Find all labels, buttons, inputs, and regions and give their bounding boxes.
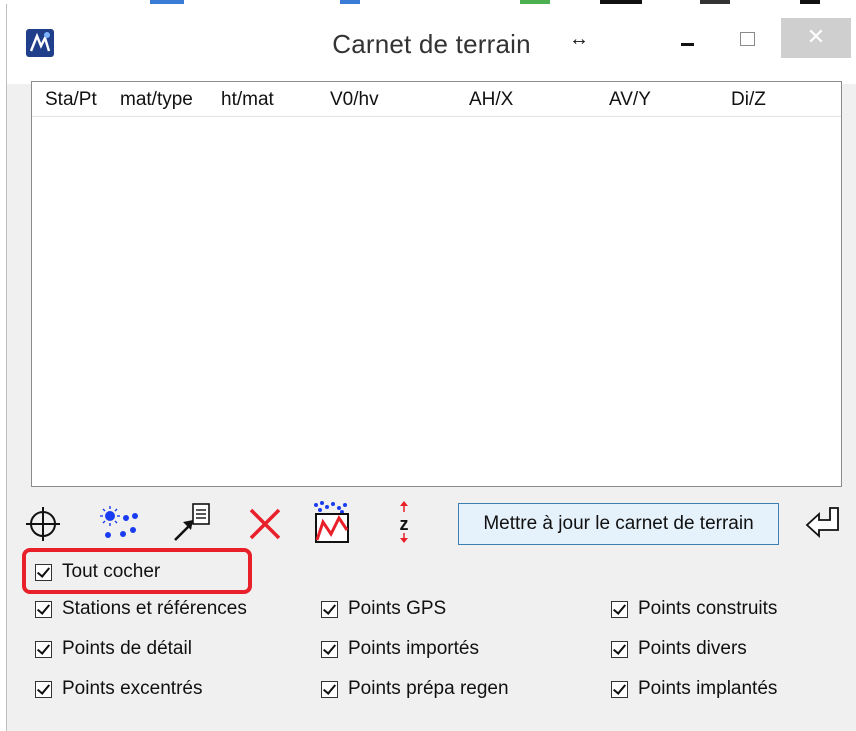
column-header-di-z[interactable]: Di/Z xyxy=(731,89,766,111)
export-arrow-icon[interactable] xyxy=(167,500,217,544)
field-book-window: Carnet de terrain ↔ ✕ Sta/Pt mat/type ht… xyxy=(6,4,856,731)
checkbox-label: Points implantés xyxy=(638,678,778,699)
z-elevation-icon[interactable]: z xyxy=(391,500,417,544)
checkbox-label: Points divers xyxy=(638,638,747,659)
checkbox-label: Points de détail xyxy=(62,638,192,659)
column-header-sta-pt[interactable]: Sta/Pt xyxy=(45,89,97,111)
profile-chart-icon[interactable] xyxy=(309,500,355,544)
crosshair-icon[interactable] xyxy=(25,500,61,544)
return-icon[interactable] xyxy=(803,500,843,544)
checkbox-box[interactable] xyxy=(321,600,338,618)
title-bar[interactable]: Carnet de terrain ↔ ✕ xyxy=(7,4,856,84)
filter-imported-points[interactable]: Points importés xyxy=(321,636,479,662)
checkbox-box[interactable] xyxy=(611,640,628,658)
checkbox-box[interactable] xyxy=(611,680,628,698)
filter-stations-references[interactable]: Stations et références xyxy=(35,596,247,622)
checkbox-box[interactable] xyxy=(611,600,628,618)
filter-staked-points[interactable]: Points implantés xyxy=(611,676,777,702)
maximize-button[interactable] xyxy=(727,22,767,58)
highlight-annotation xyxy=(22,548,252,594)
update-field-book-button[interactable]: Mettre à jour le carnet de terrain xyxy=(458,503,779,545)
filter-constructed-points[interactable]: Points construits xyxy=(611,596,777,622)
point-cloud-icon[interactable] xyxy=(95,500,145,544)
checkbox-label: Points importés xyxy=(348,638,479,659)
filter-gps-points[interactable]: Points GPS xyxy=(321,596,446,622)
list-header: Sta/Pt mat/type ht/mat V0/hv AH/X AV/Y D… xyxy=(32,82,841,117)
column-header-v0-hv[interactable]: V0/hv xyxy=(330,89,379,111)
checkbox-box[interactable] xyxy=(35,680,52,698)
filter-detail-points[interactable]: Points de détail xyxy=(35,636,192,662)
checkbox-box[interactable] xyxy=(321,680,338,698)
checkbox-label: Points prépa regen xyxy=(348,678,509,699)
minimize-button[interactable] xyxy=(667,22,707,58)
filter-misc-points[interactable]: Points divers xyxy=(611,636,747,662)
checkbox-label: Points excentrés xyxy=(62,678,203,699)
checkbox-label: Points GPS xyxy=(348,598,447,619)
checkbox-label: Points construits xyxy=(638,598,778,619)
observations-list[interactable]: Sta/Pt mat/type ht/mat V0/hv AH/X AV/Y D… xyxy=(31,81,842,487)
column-header-av-y[interactable]: AV/Y xyxy=(609,89,651,111)
filter-offset-points[interactable]: Points excentrés xyxy=(35,676,202,702)
checkbox-box[interactable] xyxy=(35,640,52,658)
column-header-mat-type[interactable]: mat/type xyxy=(120,89,193,111)
checkbox-label: Stations et références xyxy=(62,598,247,619)
z-label: z xyxy=(400,514,409,534)
checkbox-box[interactable] xyxy=(321,640,338,658)
resize-arrows-icon[interactable]: ↔ xyxy=(569,28,589,51)
close-button[interactable]: ✕ xyxy=(781,18,851,58)
checkbox-box[interactable] xyxy=(35,600,52,618)
delete-x-icon[interactable] xyxy=(245,500,285,544)
filter-regen-prep-points[interactable]: Points prépa regen xyxy=(321,676,509,702)
column-header-ht-mat[interactable]: ht/mat xyxy=(221,89,274,111)
column-header-ah-x[interactable]: AH/X xyxy=(469,89,513,111)
